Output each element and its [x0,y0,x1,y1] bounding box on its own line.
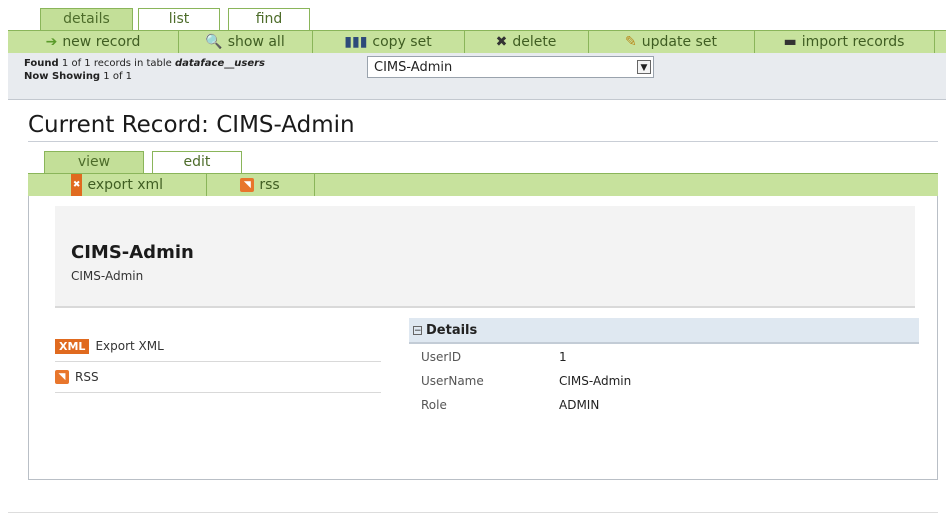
import-records-button[interactable]: ▬ import records [754,31,935,53]
chevron-down-icon[interactable]: ▼ [637,60,651,74]
rss-label: rss [259,177,280,193]
action-bar: ➔ new record 🔍 show all ▮▮▮ copy set ✖ d… [8,30,946,54]
record-content: CIMS-Admin CIMS-Admin XML Export XML ◥ R… [28,196,938,480]
tab-edit[interactable]: edit [152,151,242,173]
magnifier-icon: 🔍 [205,34,223,50]
tab-list[interactable]: list [138,8,220,30]
pencil-icon: ✎ [625,34,637,50]
page-title: Current Record: CIMS-Admin [28,112,355,138]
status-showing-range: 1 of 1 [103,71,133,82]
details-heading: Details [426,322,478,338]
title-divider [28,141,938,142]
rss-button[interactable]: ◥ rss [206,174,315,196]
detail-row: UserName CIMS-Admin [409,368,919,392]
record-subtitle: CIMS-Admin [71,269,144,283]
delete-button[interactable]: ✖ delete [464,31,589,53]
tab-find[interactable]: find [228,8,310,30]
xml-badge-icon: XML [55,338,90,354]
xml-icon: ✖ [70,174,83,196]
detail-label: UserID [421,350,462,364]
record-select-value: CIMS-Admin [374,60,453,75]
status-count-b: 1 [84,58,91,69]
rss-feed-icon: ◥ [55,370,69,384]
details-section: − Details UserID 1 UserName CIMS-Admin R… [409,318,919,416]
new-record-button[interactable]: ➔ new record [8,31,179,53]
update-set-label: update set [641,34,717,50]
show-all-label: show all [227,34,285,50]
status-of: of [71,58,82,69]
rss-link[interactable]: ◥ RSS [55,362,381,393]
export-xml-button[interactable]: ✖ export xml [28,174,207,196]
details-header[interactable]: − Details [409,318,919,344]
show-all-button[interactable]: 🔍 show all [178,31,313,53]
detail-value: 1 [559,350,567,364]
export-xml-label: export xml [87,177,164,193]
export-xml-link[interactable]: XML Export XML [55,331,381,362]
rss-icon: ◥ [240,178,255,192]
record-action-bar: ✖ export xml ◥ rss [28,173,938,197]
delete-label: delete [512,34,557,50]
detail-row: UserID 1 [409,344,919,368]
record-header: CIMS-Admin CIMS-Admin [55,206,915,308]
update-set-button[interactable]: ✎ update set [588,31,755,53]
status-bar: Found 1 of 1 records in table dataface__… [8,53,946,100]
detail-value: CIMS-Admin [559,374,632,388]
delete-icon: ✖ [495,34,508,50]
status-found: Found [24,58,59,69]
detail-row: Role ADMIN [409,392,919,416]
record-name: CIMS-Admin [71,242,194,263]
tab-view[interactable]: view [44,151,144,175]
export-xml-link-label: Export XML [95,339,164,353]
detail-label: UserName [421,374,484,388]
copy-set-button[interactable]: ▮▮▮ copy set [312,31,465,53]
tab-details[interactable]: details [40,8,133,32]
status-now-showing: Now Showing [24,71,101,82]
new-record-label: new record [62,34,141,50]
printer-icon: ▬ [783,34,797,50]
arrow-icon: ➔ [45,34,58,50]
status-text: Found 1 of 1 records in table dataface__… [24,57,265,83]
chart-icon: ▮▮▮ [344,34,368,50]
collapse-icon[interactable]: − [413,325,422,335]
status-count-a: 1 [61,58,69,69]
import-records-label: import records [801,34,905,50]
status-table-name: dataface__users [175,58,265,69]
copy-set-label: copy set [372,34,432,50]
export-links: XML Export XML ◥ RSS [55,331,381,393]
record-select[interactable]: CIMS-Admin ▼ [367,56,654,78]
rss-link-label: RSS [75,370,99,384]
detail-value: ADMIN [559,398,600,412]
footer-divider [8,512,938,513]
detail-label: Role [421,398,447,412]
status-records-in-table: records in table [93,58,172,69]
